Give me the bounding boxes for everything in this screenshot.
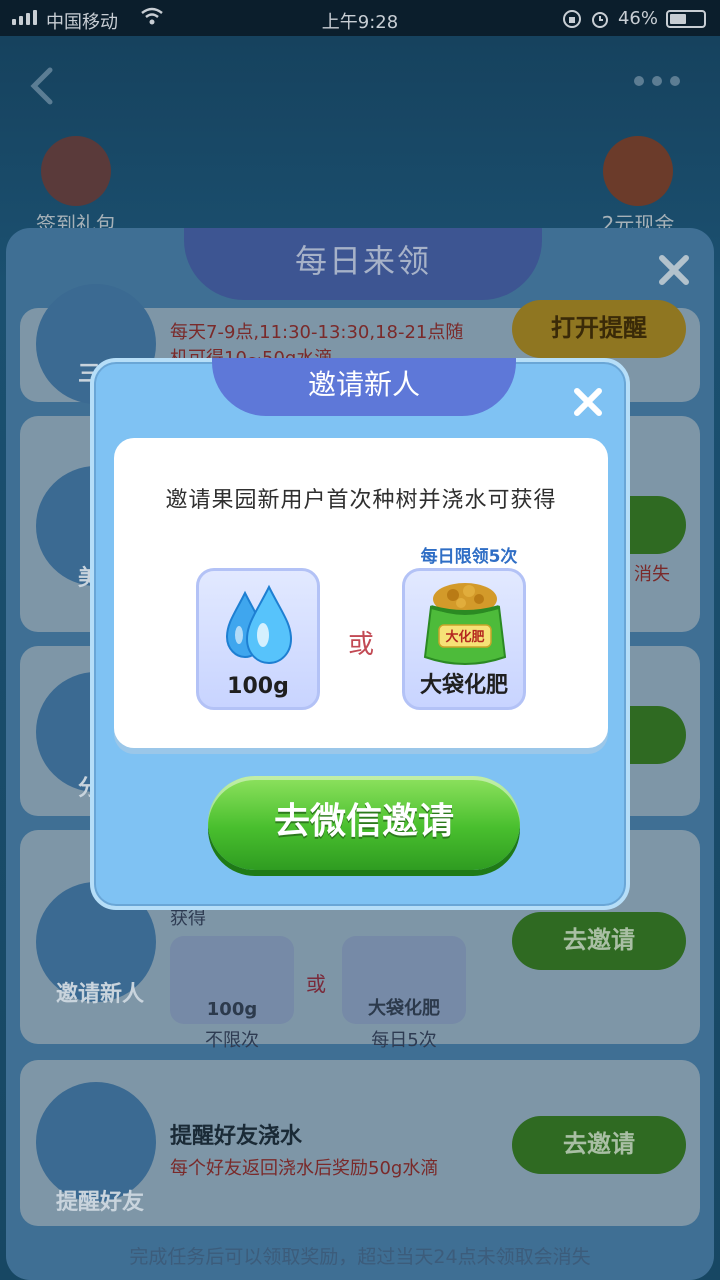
water-drops-icon [225,584,293,665]
bag-text: 大化肥 [445,629,484,645]
status-bar: 中国移动 上午9:28 46% [0,0,720,36]
task-card-remind: 提醒好友 提醒好友浇水 每个好友返回浇水后奖励50g水滴 去邀请 [20,1060,700,1226]
checkin-gift-badge[interactable]: 签到礼包 [36,136,116,237]
more-icon[interactable] [634,76,680,86]
invite-button[interactable]: 去邀请 [512,912,686,970]
task-desc: 每个好友返回浇水后奖励50g水滴 [170,1158,439,1179]
panel-title: 每日来领 [184,228,542,300]
back-arrow-icon[interactable] [28,66,58,106]
open-reminder-button[interactable]: 打开提醒 [512,300,686,358]
task-name: 邀请新人 [55,982,144,1007]
reward-card: 邀请果园新用户首次种树并浇水可获得 每日限领5次 100g 或 大化肥 大袋化肥 [114,438,608,748]
invite-modal: 邀请新人 邀请果园新用户首次种树并浇水可获得 每日限领5次 100g 或 大化肥… [90,358,630,910]
modal-title: 邀请新人 [212,358,516,416]
red-envelope-icon [603,136,673,206]
water-reward-cap: 不限次 [205,1030,259,1051]
task-name: 提醒好友 [55,1190,144,1215]
fertilizer-reward-cap: 每日5次 [371,1030,437,1051]
or-text: 或 [306,972,326,996]
or-text: 或 [348,630,375,660]
modal-description: 邀请果园新用户首次种树并浇水可获得 [165,488,557,513]
fertilizer-reward-box: 大化肥 大袋化肥 [402,568,526,710]
panel-close-icon[interactable] [654,250,694,290]
gift-icon [41,136,111,206]
task-title: 提醒好友浇水 [170,1124,303,1149]
task-desc-fragment: 消失 [634,564,670,585]
lock-rotation-icon [562,9,581,28]
alarm-icon [591,11,608,28]
battery-icon [666,9,706,28]
footer-note: 完成任务后可以领取奖励，超过当天24点未领取会消失 [129,1246,591,1268]
fertilizer-bag-icon: 大化肥 [423,583,507,665]
wechat-invite-button[interactable]: 去微信邀请 [208,776,520,870]
daily-limit-note: 每日限领5次 [420,547,518,567]
battery-percent: 46% [617,8,658,29]
water-reward-tile: 100g [170,936,294,1024]
cash-badge[interactable]: 2元现金 [598,136,678,237]
water-reward-box: 100g [196,568,320,710]
fertilizer-reward-tile: 大袋化肥 [342,936,466,1024]
water-reward-label: 100g [227,674,289,699]
close-icon[interactable] [570,384,606,420]
remind-invite-button[interactable]: 去邀请 [512,1116,686,1174]
fertilizer-reward-label: 大袋化肥 [419,673,508,698]
